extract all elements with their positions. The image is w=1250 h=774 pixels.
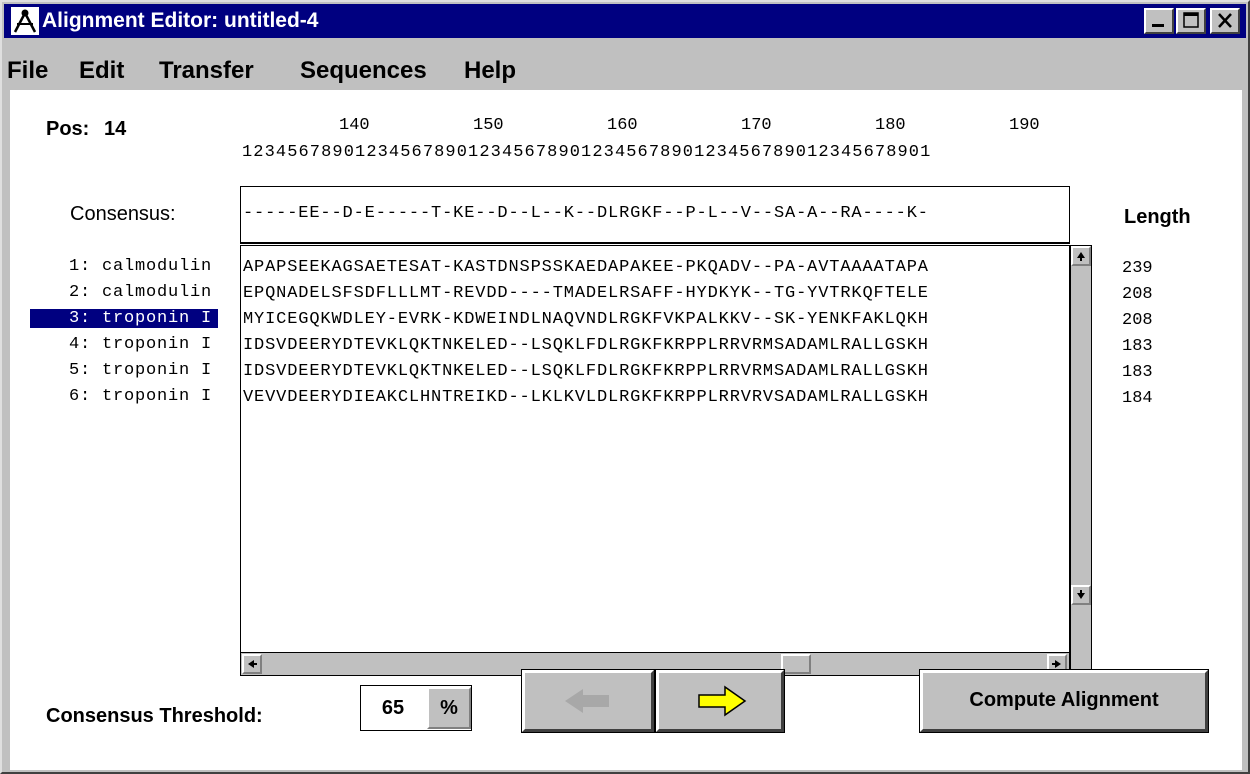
arrow-right-icon	[698, 685, 747, 717]
sequence-name[interactable]: 5: troponin I	[63, 361, 218, 380]
minimize-icon	[1152, 24, 1164, 27]
sequence-name[interactable]: 6: troponin I	[63, 387, 218, 406]
app-icon	[11, 7, 39, 35]
arrow-left-icon	[565, 689, 609, 713]
percent-button[interactable]: %	[427, 687, 471, 729]
ruler-number: 180	[875, 116, 906, 135]
scroll-left-button[interactable]	[242, 654, 262, 674]
consensus-threshold-label: Consensus Threshold:	[46, 705, 263, 727]
sequence-name-selected[interactable]: 3: troponin I	[30, 309, 219, 328]
sequence-row[interactable]: IDSVDEERYDTEVKLQKTNKELED--LSQKLFDLRGKFKR…	[243, 362, 929, 381]
vertical-scrollbar[interactable]	[1070, 245, 1092, 676]
sequence-name[interactable]: 1: calmodulin	[63, 257, 218, 276]
compute-alignment-label: Compute Alignment	[969, 689, 1159, 711]
horizontal-scroll-thumb[interactable]	[781, 654, 811, 674]
sequence-row[interactable]: IDSVDEERYDTEVKLQKTNKELED--LSQKLFDLRGKFKR…	[243, 336, 929, 355]
sequence-row[interactable]: EPQNADELSFSDFLLLMT-REVDD----TMADELRSAFF-…	[243, 284, 929, 303]
sequence-row[interactable]: APAPSEEKAGSAETESAT-KASTDNSPSSKAEDAPAKEE-…	[243, 258, 929, 277]
ruler-number: 160	[607, 116, 638, 135]
position-label: Pos:	[46, 118, 90, 140]
menu-file[interactable]: File	[7, 57, 48, 85]
ruler-number: 150	[473, 116, 504, 135]
consensus-display: -----EE--D-E-----T-KE--D--L--K--DLRGKF--…	[240, 186, 1070, 244]
sequence-length: 183	[1122, 337, 1153, 356]
menu-sequences[interactable]: Sequences	[300, 57, 427, 85]
arrow-up-icon	[1077, 252, 1085, 261]
close-button[interactable]	[1210, 8, 1240, 34]
close-icon	[1218, 13, 1232, 28]
ruler-number: 140	[339, 116, 370, 135]
ruler-digits: 1234567890123456789012345678901234567890…	[242, 143, 932, 162]
title-bar[interactable]: Alignment Editor: untitled-4	[4, 4, 1246, 38]
previous-arrow-button[interactable]	[521, 669, 655, 733]
arrow-right-icon	[1052, 660, 1061, 668]
maximize-icon	[1183, 12, 1199, 28]
menu-edit[interactable]: Edit	[79, 57, 124, 85]
menu-bar: File Edit Transfer Sequences Help	[4, 39, 1246, 89]
length-header: Length	[1124, 206, 1191, 228]
compute-alignment-button[interactable]: Compute Alignment	[919, 669, 1209, 733]
sequence-name[interactable]: 2: calmodulin	[63, 283, 218, 302]
scroll-up-button[interactable]	[1071, 246, 1091, 266]
sequence-row[interactable]: VEVVDEERYDIEAKCLHNTREIKD--LKLKVLDLRGKFKR…	[243, 388, 929, 407]
sequence-length: 239	[1122, 259, 1153, 278]
sequence-length: 208	[1122, 311, 1153, 330]
minimize-button[interactable]	[1144, 8, 1174, 34]
scroll-down-button[interactable]	[1071, 585, 1091, 605]
sequence-row[interactable]: MYICEGQKWDLEY-EVRK-KDWEINDLNAQVNDLRGKFVK…	[243, 310, 929, 329]
sequence-alignment-pane[interactable]: APAPSEEKAGSAETESAT-KASTDNSPSSKAEDAPAKEE-…	[240, 245, 1070, 676]
consensus-label: Consensus:	[70, 203, 176, 225]
menu-transfer[interactable]: Transfer	[159, 57, 254, 85]
sequence-length: 183	[1122, 363, 1153, 382]
position-value: 14	[104, 118, 127, 140]
ruler-number: 170	[741, 116, 772, 135]
maximize-button[interactable]	[1176, 8, 1206, 34]
ruler-number: 190	[1009, 116, 1040, 135]
window-title: Alignment Editor: untitled-4	[42, 9, 319, 32]
sequence-length: 208	[1122, 285, 1153, 304]
sequence-name[interactable]: 4: troponin I	[63, 335, 218, 354]
next-arrow-button[interactable]	[655, 669, 785, 733]
menu-help[interactable]: Help	[464, 57, 516, 85]
consensus-threshold-control: 65 %	[360, 685, 472, 731]
consensus-sequence: -----EE--D-E-----T-KE--D--L--K--DLRGKF--…	[243, 204, 929, 223]
sequence-length: 184	[1122, 389, 1153, 408]
arrow-down-icon	[1077, 590, 1085, 599]
arrow-left-icon	[248, 660, 257, 668]
consensus-threshold-input[interactable]: 65	[361, 686, 425, 730]
